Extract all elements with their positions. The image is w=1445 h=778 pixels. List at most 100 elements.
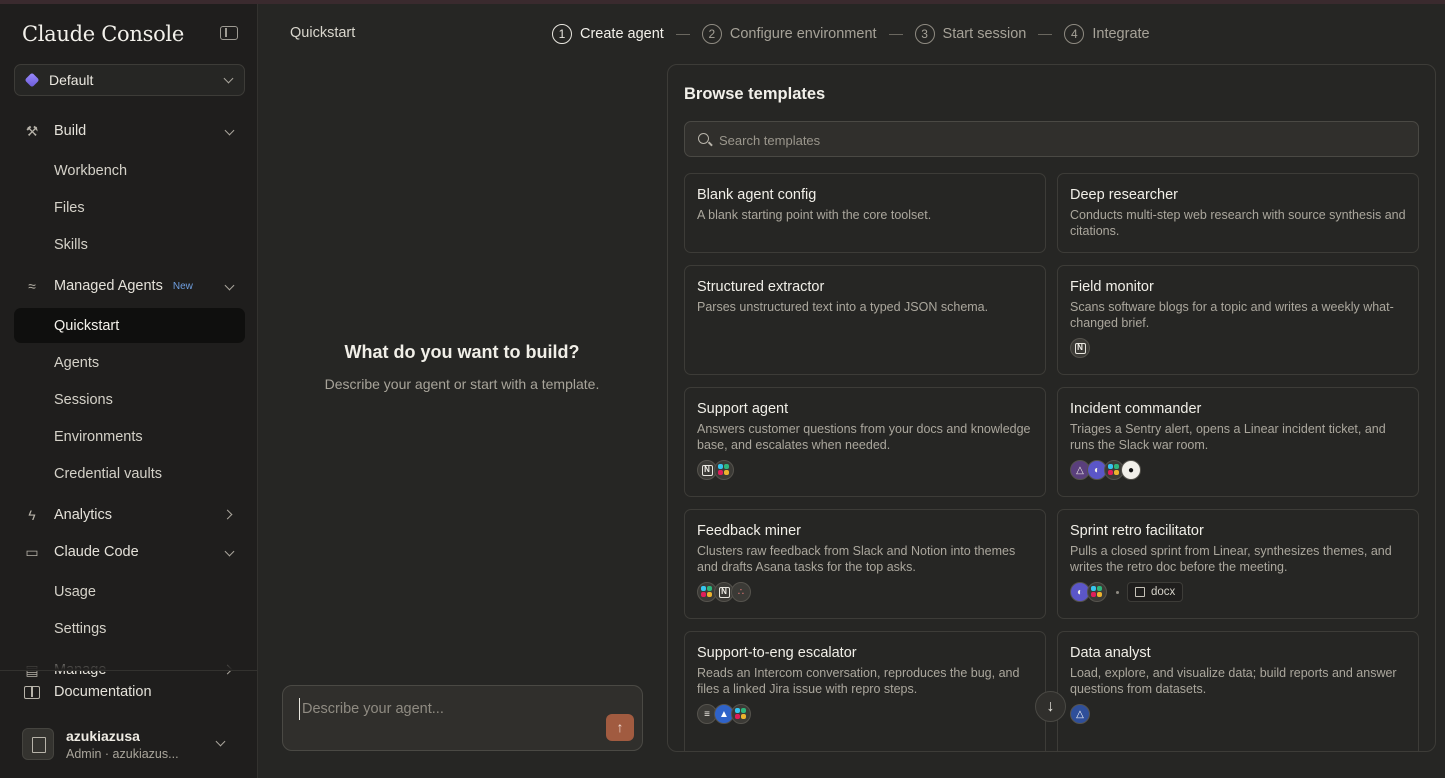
nav-section-analytics[interactable]: ϟ Analytics [14,500,245,530]
agent-description-input[interactable] [299,698,599,720]
template-card-field-monitor[interactable]: Field monitor Scans software blogs for a… [1057,265,1419,375]
stepper: 1 Create agent 2 Configure environment 3… [552,23,1150,45]
prompt-subtitle: Describe your agent or start with a temp… [324,376,600,392]
sidebar-item-skills[interactable]: Skills [14,227,245,262]
chevron-down-icon [224,125,235,136]
sidebar-scroll-fade [0,654,257,670]
card-description: Answers customer questions from your doc… [697,422,1031,452]
sidebar-item-credential-vaults[interactable]: Credential vaults [14,456,245,491]
chevron-right-icon [222,509,233,520]
asana-icon: ∴ [731,582,751,602]
template-card-incident-commander[interactable]: Incident commander Triages a Sentry aler… [1057,387,1419,497]
slack-icon [731,704,751,724]
prompt-title: What do you want to build? [344,342,580,362]
slack-icon [1087,582,1107,602]
page-title: Quickstart [290,25,356,41]
search-icon [698,133,709,144]
sidebar-item-sessions[interactable]: Sessions [14,382,245,417]
sidebar-item-workbench[interactable]: Workbench [14,153,245,188]
brand-logo: Claude Console [22,22,184,46]
card-description: Reads an Intercom conversation, reproduc… [697,666,1020,696]
step-separator [1038,33,1053,35]
card-title: Sprint retro facilitator [1070,523,1204,539]
step-integrate[interactable]: 4 Integrate [1064,24,1150,44]
step-create-agent[interactable]: 1 Create agent [552,24,664,44]
book-icon [24,685,40,699]
chevron-down-icon [224,280,235,291]
card-title: Structured extractor [697,279,825,295]
card-description: Load, explore, and visualize data; build… [1070,666,1397,696]
card-title: Data analyst [1070,645,1151,661]
sidebar: Claude Console Default ⚒ Build Workbench… [0,4,258,778]
send-arrow-up-icon[interactable]: ↑ [606,714,634,741]
step-number: 1 [552,24,572,44]
template-card-blank-agent-config[interactable]: Blank agent config A blank starting poin… [684,173,1046,253]
card-description: Conducts multi-step web research with so… [1070,208,1406,238]
integration-icons: △ ◐ ● [1070,460,1406,480]
drive-icon: △ [1070,704,1090,724]
nav-section-label: Analytics [54,507,113,523]
nav-section-managed-agents[interactable]: ≈ Managed Agents New [14,271,245,301]
documentation-label: Documentation [54,684,152,700]
workspace-cube-icon [24,72,40,88]
card-title: Field monitor [1070,279,1154,295]
user-role: Admin · azukiazus... [66,747,179,761]
documentation-link[interactable]: Documentation [24,684,152,700]
integration-icons: ◐ docx [1070,582,1406,602]
file-chip-label: docx [1151,586,1176,598]
template-card-sprint-retro-facilitator[interactable]: Sprint retro facilitator Pulls a closed … [1057,509,1419,619]
card-title: Feedback miner [697,523,801,539]
card-description: A blank starting point with the core too… [697,208,932,222]
scroll-down-arrow-icon[interactable]: ↓ [1035,691,1066,722]
sidebar-item-environments[interactable]: Environments [14,419,245,454]
template-card-support-agent[interactable]: Support agent Answers customer questions… [684,387,1046,497]
sidebar-item-files[interactable]: Files [14,190,245,225]
sidebar-divider [0,670,257,671]
file-icon [1135,587,1145,597]
step-label: Create agent [580,26,664,42]
chevron-down-icon [224,546,235,557]
card-description: Parses unstructured text into a typed JS… [697,300,989,314]
sidebar-item-quickstart[interactable]: Quickstart [14,308,245,343]
nav-section-label: Claude Code [54,544,139,560]
separator-dot [1116,590,1119,594]
workspace-label: Default [49,72,94,88]
template-card-structured-extractor[interactable]: Structured extractor Parses unstructured… [684,265,1046,375]
template-card-support-to-eng-escalator[interactable]: Support-to-eng escalator Reads an Interc… [684,631,1046,751]
sidebar-item-agents[interactable]: Agents [14,345,245,380]
agents-icon: ≈ [28,278,36,294]
new-badge: New [172,280,193,292]
step-configure-environment[interactable]: 2 Configure environment [701,24,877,44]
step-number: 2 [701,24,722,44]
user-name: azukiazusa [66,728,140,744]
step-label: Configure environment [729,26,877,42]
docx-chip: docx [1127,582,1184,602]
template-card-deep-researcher[interactable]: Deep researcher Conducts multi-step web … [1057,173,1419,253]
lightning-icon: ϟ [28,507,36,523]
search-input[interactable] [719,130,1399,150]
card-description: Clusters raw feedback from Slack and Not… [697,544,1016,574]
card-description: Scans software blogs for a topic and wri… [1070,300,1394,330]
workspace-selector[interactable]: Default [14,64,245,96]
sidebar-item-settings[interactable]: Settings [14,611,245,646]
step-start-session[interactable]: 3 Start session [914,24,1027,44]
integration-icons: N ∴ [697,582,1033,602]
nav-section-label: Managed Agents [54,278,163,294]
template-card-data-analyst[interactable]: Data analyst Load, explore, and visualiz… [1057,631,1419,751]
step-label: Integrate [1092,26,1150,42]
sidebar-collapse-icon[interactable] [220,26,238,40]
integration-icons: N [697,460,1033,480]
step-separator [888,33,903,35]
step-label: Start session [942,26,1027,42]
card-title: Support-to-eng escalator [697,645,857,661]
user-menu[interactable]: azukiazusa Admin · azukiazus... [22,724,242,764]
integration-icons: ≡ ▲ [697,704,1033,724]
integration-icons: △ [1070,704,1406,724]
nav-section-claude-code[interactable]: ▭ Claude Code [14,537,245,567]
terminal-icon: ▭ [25,544,39,560]
template-card-feedback-miner[interactable]: Feedback miner Clusters raw feedback fro… [684,509,1046,619]
nav-section-build[interactable]: ⚒ Build [14,116,245,146]
sidebar-item-usage[interactable]: Usage [14,574,245,609]
step-number: 4 [1064,24,1085,44]
templates-title: Browse templates [684,85,826,103]
